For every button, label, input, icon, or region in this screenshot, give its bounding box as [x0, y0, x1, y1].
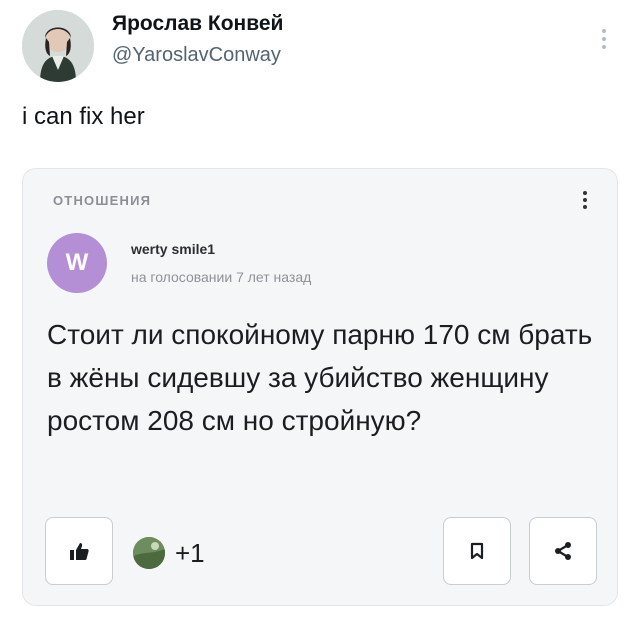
thumbs-up-icon	[70, 543, 89, 560]
share-button[interactable]	[529, 517, 597, 585]
tweet: Ярослав Конвей @YaroslavConway i can fix…	[0, 0, 640, 624]
quoted-card[interactable]: ОТНОШЕНИЯ W werty smile1 на голосовании …	[22, 168, 618, 606]
author-avatar[interactable]	[22, 10, 94, 82]
question-text: Стоит ли спокойному парню 170 см брать в…	[47, 319, 593, 436]
card-menu-icon[interactable]	[577, 187, 593, 213]
more-options-icon[interactable]	[592, 22, 616, 56]
likes-count: +1	[175, 537, 205, 568]
profile-photo-icon	[22, 10, 94, 82]
card-category[interactable]: ОТНОШЕНИЯ	[53, 193, 151, 208]
liker-avatar	[133, 537, 165, 569]
author-name[interactable]: Ярослав Конвей	[112, 12, 283, 36]
share-icon	[555, 542, 571, 560]
liker-photo-icon	[133, 537, 165, 569]
user-meta: на голосовании 7 лет назад	[131, 269, 312, 285]
user-avatar[interactable]: W	[47, 233, 107, 293]
likers[interactable]: +1	[133, 537, 205, 569]
user-name[interactable]: werty smile1	[131, 241, 215, 257]
bookmark-button[interactable]	[443, 517, 511, 585]
tweet-text: i can fix her	[22, 103, 145, 130]
author-handle[interactable]: @YaroslavConway	[112, 44, 281, 67]
bookmark-icon	[470, 542, 484, 560]
like-button[interactable]	[45, 517, 113, 585]
